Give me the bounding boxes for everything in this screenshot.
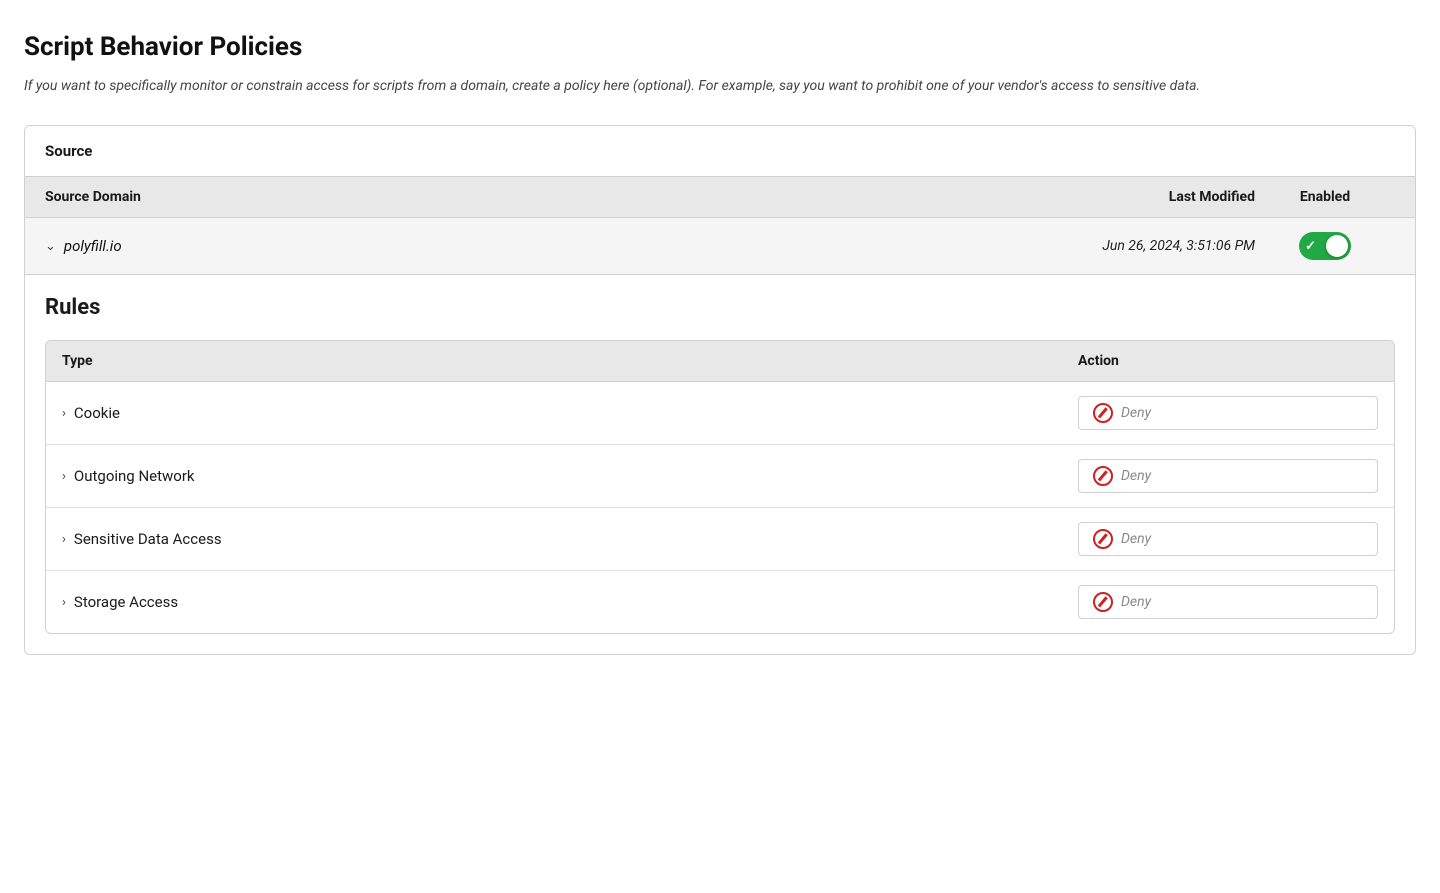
rule-type-storage-access: › Storage Access (62, 593, 1078, 611)
deny-badge-sensitive-data[interactable]: Deny (1078, 522, 1378, 556)
rule-row-sensitive-data: › Sensitive Data Access Deny (46, 508, 1394, 571)
rules-table: Type Action › Cookie Deny (45, 340, 1395, 634)
page-title: Script Behavior Policies (24, 32, 1416, 62)
chevron-down-icon[interactable]: ⌄ (45, 239, 56, 254)
rule-action-cookie: Deny (1078, 396, 1378, 430)
type-column-header: Type (62, 353, 1078, 369)
deny-badge-cookie[interactable]: Deny (1078, 396, 1378, 430)
rule-type-outgoing-network: › Outgoing Network (62, 467, 1078, 485)
rule-action-storage-access: Deny (1078, 585, 1378, 619)
page-description: If you want to specifically monitor or c… (24, 76, 1384, 97)
source-domain-cell: ⌄ polyfill.io (45, 237, 995, 255)
source-data-row: ⌄ polyfill.io Jun 26, 2024, 3:51:06 PM ✓ (25, 218, 1415, 275)
source-section-header: Source (25, 126, 1415, 177)
rule-row-cookie: › Cookie Deny (46, 382, 1394, 445)
last-modified-column-header: Last Modified (995, 189, 1255, 205)
deny-icon-cookie (1093, 403, 1113, 423)
rule-type-cookie: › Cookie (62, 404, 1078, 422)
chevron-right-icon[interactable]: › (62, 595, 66, 610)
source-domain-column-header: Source Domain (45, 189, 995, 205)
deny-label-sensitive-data: Deny (1121, 531, 1151, 547)
enabled-toggle[interactable]: ✓ (1299, 232, 1351, 260)
rule-row-storage-access: › Storage Access Deny (46, 571, 1394, 633)
rule-type-sensitive-data: › Sensitive Data Access (62, 530, 1078, 548)
toggle-knob (1326, 235, 1348, 257)
deny-icon-sensitive-data (1093, 529, 1113, 549)
policies-card: Source Source Domain Last Modified Enabl… (24, 125, 1416, 655)
rule-type-label: Cookie (74, 404, 120, 422)
rule-type-label: Outgoing Network (74, 467, 195, 485)
enabled-toggle-cell: ✓ (1255, 232, 1395, 260)
toggle-check-icon: ✓ (1305, 239, 1316, 254)
rule-row-outgoing-network: › Outgoing Network Deny (46, 445, 1394, 508)
rules-section-header: Rules (25, 275, 1415, 328)
action-column-header: Action (1078, 353, 1378, 369)
source-table-header: Source Domain Last Modified Enabled (25, 177, 1415, 218)
domain-name-value: polyfill.io (64, 237, 122, 255)
last-modified-value: Jun 26, 2024, 3:51:06 PM (995, 238, 1255, 254)
deny-badge-storage-access[interactable]: Deny (1078, 585, 1378, 619)
enabled-column-header: Enabled (1255, 189, 1395, 205)
rules-table-header: Type Action (46, 341, 1394, 382)
rule-type-label: Storage Access (74, 593, 178, 611)
deny-label-cookie: Deny (1121, 405, 1151, 421)
chevron-right-icon[interactable]: › (62, 469, 66, 484)
deny-label-storage-access: Deny (1121, 594, 1151, 610)
deny-icon-storage-access (1093, 592, 1113, 612)
deny-badge-outgoing-network[interactable]: Deny (1078, 459, 1378, 493)
chevron-right-icon[interactable]: › (62, 406, 66, 421)
rule-type-label: Sensitive Data Access (74, 530, 222, 548)
deny-label-outgoing-network: Deny (1121, 468, 1151, 484)
rule-action-sensitive-data: Deny (1078, 522, 1378, 556)
deny-icon-outgoing-network (1093, 466, 1113, 486)
rules-section: Rules Type Action › Cookie (25, 275, 1415, 654)
rule-action-outgoing-network: Deny (1078, 459, 1378, 493)
chevron-right-icon[interactable]: › (62, 532, 66, 547)
